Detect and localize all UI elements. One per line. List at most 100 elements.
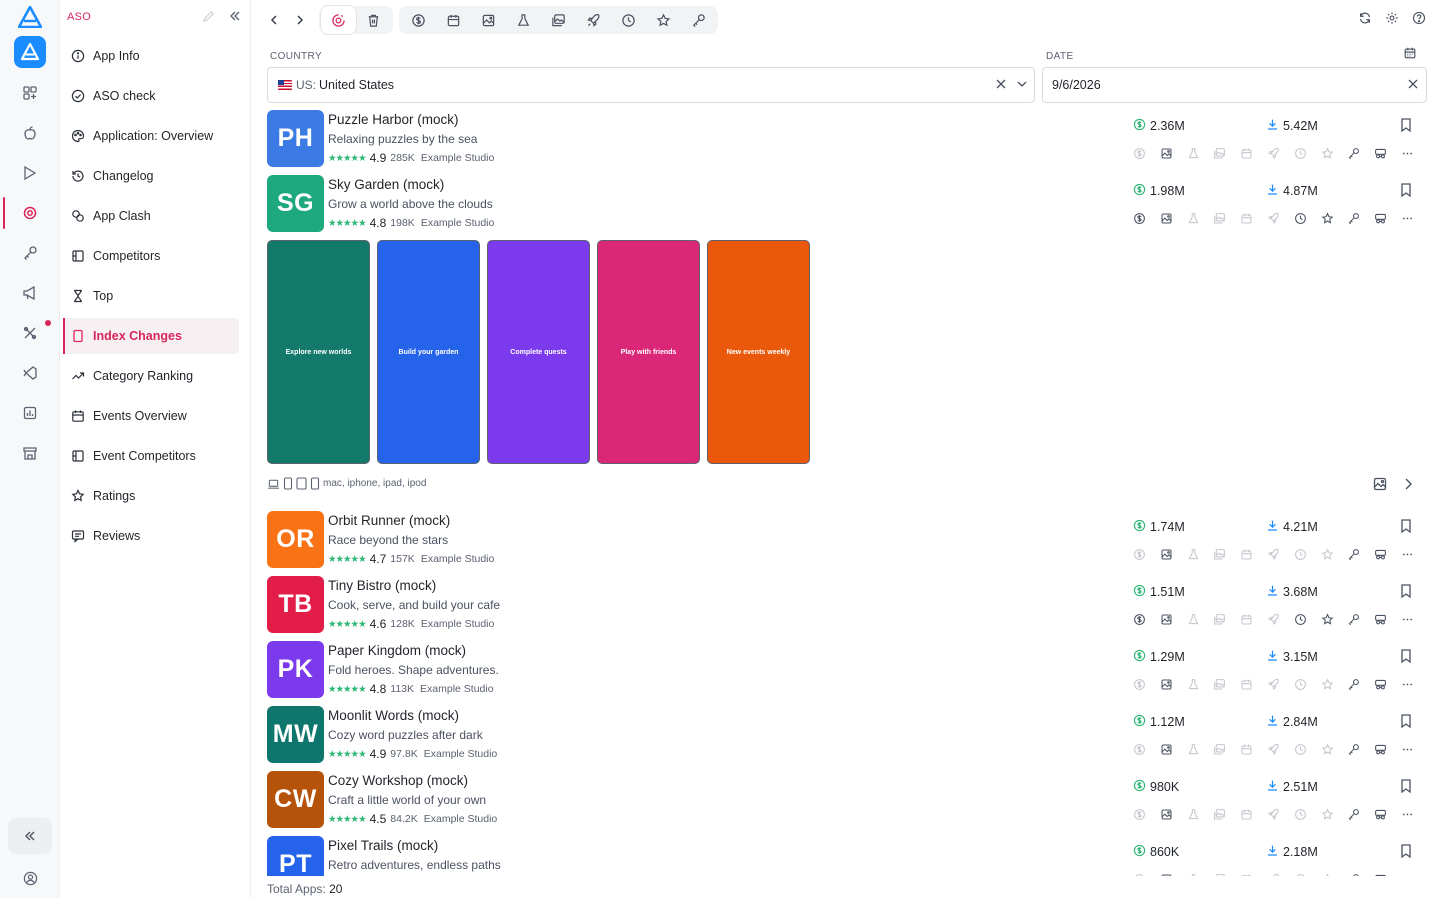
app-row[interactable]: PH Puzzle Harbor (mock) Relaxing puzzles b…: [267, 110, 1427, 172]
expand-rail-button[interactable]: [8, 818, 52, 854]
app-icon-tile[interactable]: CW: [267, 771, 324, 828]
app-name[interactable]: Cozy Workshop (mock): [328, 773, 468, 788]
developer-name[interactable]: Example Studio: [421, 217, 495, 229]
clock-icon[interactable]: [1294, 210, 1321, 226]
clock-icon[interactable]: [1294, 741, 1321, 757]
sidebar-item-events-overview[interactable]: Events Overview: [63, 398, 239, 434]
dollar-icon[interactable]: [1133, 741, 1160, 757]
rocket-icon[interactable]: [1267, 145, 1294, 161]
developer-name[interactable]: Example Studio: [420, 683, 494, 695]
flask-icon[interactable]: [1187, 806, 1214, 822]
more-icon[interactable]: [1401, 210, 1428, 226]
sidebar-item-index-changes[interactable]: Index Changes: [63, 318, 239, 354]
screenshot-card[interactable]: Explore new worlds: [267, 240, 370, 464]
refresh-icon[interactable]: [1358, 11, 1372, 28]
bookmark-icon[interactable]: [1399, 713, 1413, 732]
rail-vscode-icon[interactable]: [0, 353, 60, 393]
flask-icon[interactable]: [1187, 145, 1214, 161]
flask-icon[interactable]: [506, 6, 541, 34]
more-icon[interactable]: [1401, 676, 1428, 692]
dollar-icon[interactable]: [1133, 806, 1160, 822]
gallery-icon[interactable]: [1372, 476, 1388, 495]
sidebar-item-application-overview[interactable]: Application: Overview: [63, 118, 239, 154]
sidebar-item-reviews[interactable]: Reviews: [63, 518, 239, 554]
sidebar-item-competitors[interactable]: Competitors: [63, 238, 239, 274]
images-icon[interactable]: [1213, 145, 1240, 161]
star-icon[interactable]: [1321, 676, 1348, 692]
user-account-icon[interactable]: [0, 864, 60, 892]
app-name[interactable]: Sky Garden (mock): [328, 177, 444, 192]
bookmark-icon[interactable]: [1399, 518, 1413, 537]
calendar-icon[interactable]: [1240, 676, 1267, 692]
app-row[interactable]: OR Orbit Runner (mock) Race beyond the sta…: [267, 511, 1427, 573]
sidebar-item-changelog[interactable]: Changelog: [63, 158, 239, 194]
images-icon[interactable]: [1213, 806, 1240, 822]
image-icon[interactable]: [1160, 676, 1187, 692]
developer-name[interactable]: Example Studio: [424, 748, 498, 760]
sidebar-item-top[interactable]: Top: [63, 278, 239, 314]
flask-icon[interactable]: [1187, 611, 1214, 627]
screenshot-card[interactable]: Build your garden: [377, 240, 480, 464]
dollar-icon[interactable]: [401, 6, 436, 34]
chevron-down-icon[interactable]: [1015, 77, 1029, 94]
collapse-sidebar-icon[interactable]: [228, 9, 242, 26]
more-icon[interactable]: [1401, 806, 1428, 822]
star-icon[interactable]: [646, 6, 681, 34]
calendar-icon[interactable]: [1240, 806, 1267, 822]
key-icon[interactable]: [1347, 210, 1374, 226]
appstore-logo-icon[interactable]: [14, 36, 46, 68]
compare-icon[interactable]: [1374, 806, 1401, 822]
images-icon[interactable]: [1213, 676, 1240, 692]
rail-analytics-icon[interactable]: [0, 393, 60, 433]
sidebar-item-app-info[interactable]: App Info: [63, 38, 239, 74]
flask-icon[interactable]: [1187, 210, 1214, 226]
app-name[interactable]: Puzzle Harbor (mock): [328, 112, 459, 127]
rail-aso-icon[interactable]: [0, 193, 60, 233]
app-row[interactable]: PK Paper Kingdom (mock) Fold heroes. Shape…: [267, 641, 1427, 703]
rail-apple-icon[interactable]: [0, 113, 60, 153]
flask-icon[interactable]: [1187, 676, 1214, 692]
star-icon[interactable]: [1321, 210, 1348, 226]
key-icon[interactable]: [1347, 145, 1374, 161]
app-row[interactable]: TB Tiny Bistro (mock) Cook, serve, and bui…: [267, 576, 1427, 638]
clock-icon[interactable]: [1294, 676, 1321, 692]
image-icon[interactable]: [1160, 611, 1187, 627]
app-name[interactable]: Tiny Bistro (mock): [328, 578, 436, 593]
date-input[interactable]: 9/6/2026: [1042, 67, 1427, 103]
more-icon[interactable]: [1401, 145, 1428, 161]
image-icon[interactable]: [1160, 145, 1187, 161]
app-row[interactable]: SG Sky Garden (mock) Grow a world above th…: [267, 175, 1427, 237]
app-icon-tile[interactable]: PK: [267, 641, 324, 698]
sidebar-item-aso-check[interactable]: ASO check: [63, 78, 239, 114]
clock-icon[interactable]: [1294, 546, 1321, 562]
app-name[interactable]: Paper Kingdom (mock): [328, 643, 466, 658]
developer-name[interactable]: Example Studio: [424, 813, 498, 825]
key-icon[interactable]: [1347, 741, 1374, 757]
calendar-icon[interactable]: [1240, 741, 1267, 757]
dollar-icon[interactable]: [1133, 145, 1160, 161]
images-icon[interactable]: [1213, 210, 1240, 226]
more-icon[interactable]: [1401, 741, 1428, 757]
bookmark-icon[interactable]: [1399, 117, 1413, 136]
pencil-icon[interactable]: [202, 10, 215, 26]
rail-megaphone-icon[interactable]: [0, 273, 60, 313]
app-row[interactable]: MW Moonlit Words (mock) Cozy word puzzles …: [267, 706, 1427, 768]
app-row[interactable]: CW Cozy Workshop (mock) Craft a little wor…: [267, 771, 1427, 833]
settings-gear-icon[interactable]: [1385, 11, 1399, 28]
app-name[interactable]: Orbit Runner (mock): [328, 513, 450, 528]
sidebar-item-ratings[interactable]: Ratings: [63, 478, 239, 514]
rocket-icon[interactable]: [1267, 546, 1294, 562]
bookmark-icon[interactable]: [1399, 182, 1413, 201]
screenshot-card[interactable]: Play with friends: [597, 240, 700, 464]
image-icon[interactable]: [1160, 210, 1187, 226]
clock-icon[interactable]: [1294, 611, 1321, 627]
calendar-icon[interactable]: [1240, 546, 1267, 562]
star-icon[interactable]: [1321, 546, 1348, 562]
clock-icon[interactable]: [611, 6, 646, 34]
images-icon[interactable]: [1213, 546, 1240, 562]
image-icon[interactable]: [471, 6, 506, 34]
bookmark-icon[interactable]: [1399, 583, 1413, 602]
compare-icon[interactable]: [1374, 546, 1401, 562]
bookmark-icon[interactable]: [1399, 843, 1413, 862]
app-icon-tile[interactable]: OR: [267, 511, 324, 568]
